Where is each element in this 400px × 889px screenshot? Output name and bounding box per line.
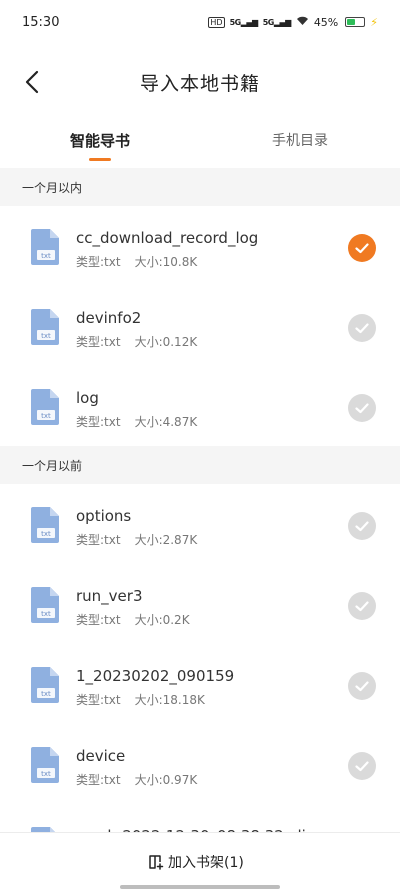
- section-header-within-month: 一个月以内: [0, 168, 400, 206]
- file-meta: 类型:txt 大小:0.12K: [76, 333, 197, 350]
- file-name: run_ver3: [76, 587, 143, 605]
- tab-bar: 智能导书 手机目录: [0, 130, 400, 164]
- file-name: device: [76, 747, 126, 765]
- select-checkbox[interactable]: [348, 314, 376, 342]
- add-to-bookshelf-label: 加入书架(1): [168, 855, 244, 871]
- wifi-icon: [296, 15, 309, 29]
- file-meta: 类型:txt 大小:0.2K: [76, 611, 190, 628]
- hd-icon: HD: [208, 16, 225, 28]
- checkmark-icon: [355, 402, 369, 413]
- svg-text:txt: txt: [41, 530, 51, 538]
- status-time: 15:30: [22, 14, 60, 30]
- select-checkbox[interactable]: [348, 672, 376, 700]
- header: 导入本地书籍: [0, 56, 400, 108]
- svg-text:txt: txt: [41, 252, 51, 260]
- tab-smart-import[interactable]: 智能导书: [70, 130, 130, 151]
- signal-icon-sim2: 5G▂▄▆: [262, 17, 292, 27]
- file-row[interactable]: txt log 类型:txt 大小:4.87K: [0, 366, 400, 446]
- file-row[interactable]: txt options 类型:txt 大小:2.87K: [0, 484, 400, 564]
- svg-text:txt: txt: [41, 412, 51, 420]
- file-row[interactable]: txt device 类型:txt 大小:0.97K: [0, 724, 400, 804]
- file-type: 类型:txt: [76, 773, 121, 787]
- svg-text:txt: txt: [41, 610, 51, 618]
- file-type: 类型:txt: [76, 613, 121, 627]
- status-icons: HD 5G▂▄▆ 5G▂▄▆ 45% ⚡: [208, 15, 378, 29]
- page-title: 导入本地书籍: [139, 72, 260, 95]
- file-size: 大小:18.18K: [134, 693, 205, 707]
- file-name: log: [76, 389, 99, 407]
- file-meta: 类型:txt 大小:0.97K: [76, 771, 197, 788]
- charging-icon: ⚡: [370, 15, 378, 29]
- checkmark-icon: [355, 760, 369, 771]
- checkmark-icon: [355, 242, 369, 253]
- select-checkbox[interactable]: [348, 592, 376, 620]
- status-bar: 15:30 HD 5G▂▄▆ 5G▂▄▆ 45% ⚡: [0, 0, 400, 44]
- txt-file-icon: txt: [31, 229, 59, 265]
- select-checkbox[interactable]: [348, 234, 376, 262]
- bookshelf-icon: [149, 855, 164, 870]
- file-type: 类型:txt: [76, 533, 121, 547]
- file-name: devinfo2: [76, 309, 142, 327]
- file-meta: 类型:txt 大小:2.87K: [76, 531, 197, 548]
- checkmark-icon: [355, 680, 369, 691]
- checkmark-icon: [355, 600, 369, 611]
- file-meta: 类型:txt 大小:18.18K: [76, 691, 205, 708]
- back-button[interactable]: [14, 64, 50, 100]
- section-header-over-month: 一个月以前: [0, 446, 400, 484]
- file-size: 大小:0.97K: [134, 773, 198, 787]
- svg-text:txt: txt: [41, 770, 51, 778]
- select-checkbox[interactable]: [348, 512, 376, 540]
- battery-percent: 45%: [313, 15, 339, 29]
- txt-file-icon: txt: [31, 389, 59, 425]
- checkmark-icon: [355, 520, 369, 531]
- file-name: options: [76, 507, 132, 525]
- file-row[interactable]: txt 1_20230202_090159 类型:txt 大小:18.18K: [0, 644, 400, 724]
- select-checkbox[interactable]: [348, 752, 376, 780]
- txt-file-icon: txt: [31, 309, 59, 345]
- file-row[interactable]: txt cc_download_record_log 类型:txt 大小:10.8…: [0, 206, 400, 286]
- checkmark-icon: [355, 322, 369, 333]
- battery-icon: [345, 17, 366, 27]
- file-name: cc_download_record_log: [76, 229, 259, 247]
- bottom-bar: 加入书架(1): [0, 832, 400, 889]
- file-size: 大小:4.87K: [134, 415, 198, 429]
- select-checkbox[interactable]: [348, 394, 376, 422]
- file-meta: 类型:txt 大小:10.8K: [76, 253, 197, 270]
- file-type: 类型:txt: [76, 335, 121, 349]
- txt-file-icon: txt: [31, 747, 59, 783]
- txt-file-icon: txt: [31, 667, 59, 703]
- tab-active-indicator: [89, 158, 111, 161]
- txt-file-icon: txt: [31, 507, 59, 543]
- svg-text:txt: txt: [41, 690, 51, 698]
- file-type: 类型:txt: [76, 255, 121, 269]
- txt-file-icon: txt: [31, 587, 59, 623]
- signal-icon-sim1: 5G▂▄▆: [229, 17, 259, 27]
- svg-text:txt: txt: [41, 332, 51, 340]
- file-row[interactable]: txt run_ver3 类型:txt 大小:0.2K: [0, 564, 400, 644]
- file-size: 大小:0.2K: [134, 613, 190, 627]
- file-row[interactable]: txt devinfo2 类型:txt 大小:0.12K: [0, 286, 400, 366]
- file-size: 大小:0.12K: [134, 335, 198, 349]
- file-type: 类型:txt: [76, 415, 121, 429]
- tab-phone-directory[interactable]: 手机目录: [272, 130, 328, 150]
- add-to-bookshelf-button[interactable]: 加入书架(1): [148, 851, 244, 873]
- file-type: 类型:txt: [76, 693, 121, 707]
- file-meta: 类型:txt 大小:4.87K: [76, 413, 197, 430]
- file-name: 1_20230202_090159: [76, 667, 235, 685]
- back-arrow-icon: [25, 70, 39, 94]
- home-indicator[interactable]: [120, 885, 280, 889]
- file-size: 大小:10.8K: [134, 255, 198, 269]
- file-size: 大小:2.87K: [134, 533, 198, 547]
